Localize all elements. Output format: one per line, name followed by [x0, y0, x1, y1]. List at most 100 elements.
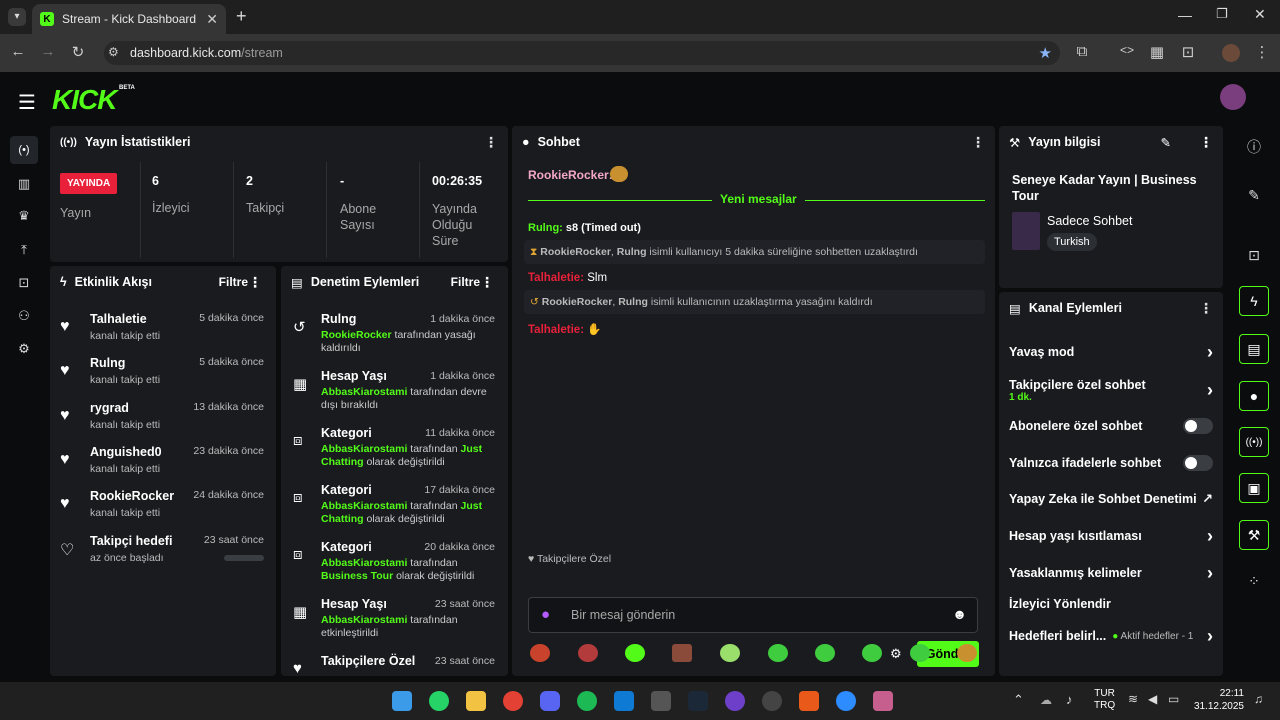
activity-menu-icon[interactable]: ⋮ — [248, 274, 262, 291]
stats-menu-icon[interactable]: ⋮ — [484, 134, 498, 151]
broadcast-icon[interactable]: ((•)) — [1239, 427, 1269, 457]
slow-mode-action[interactable]: Yavaş mod › — [999, 337, 1223, 367]
account-age-action[interactable]: Hesap yaşı kısıtlaması › — [999, 521, 1223, 551]
emotes-only-toggle[interactable] — [1183, 455, 1213, 471]
tab-search-icon[interactable]: ▾ — [8, 8, 26, 26]
activity-filter-button[interactable]: Filtre — [219, 275, 248, 289]
notification-bell-icon[interactable]: ♫ — [1254, 692, 1263, 706]
whatsapp-icon[interactable] — [429, 691, 449, 711]
emote-icon[interactable] — [862, 644, 882, 662]
mod-log-icon[interactable]: ▤ — [1239, 334, 1269, 364]
chat-input[interactable]: ● Bir mesaj gönderin ☻ — [528, 597, 978, 633]
vscode-icon[interactable] — [614, 691, 634, 711]
chat-settings-icon[interactable]: ⚙ — [890, 646, 902, 662]
emote-icon[interactable] — [530, 644, 550, 662]
clock[interactable]: 22:11 31.12.2025 — [1192, 687, 1244, 713]
zoom-icon[interactable] — [836, 691, 856, 711]
followers-only-action[interactable]: Takipçilere özel sohbet 1 dk. › — [999, 374, 1223, 406]
start-icon[interactable] — [392, 691, 412, 711]
quick-actions-icon[interactable]: ϟ — [1239, 286, 1269, 316]
chat-username[interactable]: Talhaletie: — [528, 272, 584, 284]
analytics-nav-icon[interactable]: ▥ — [14, 176, 34, 196]
bookmark-star-icon[interactable]: ★ — [1039, 44, 1052, 62]
minimize-icon[interactable]: — — [1178, 7, 1192, 23]
banned-words-action[interactable]: Yasaklanmış kelimeler › — [999, 558, 1223, 588]
chat-username[interactable]: Talhaletie: — [528, 324, 584, 336]
subscribers-only-toggle[interactable] — [1183, 418, 1213, 434]
edit-pencil-icon[interactable]: ✎ — [1161, 135, 1171, 150]
profile-avatar[interactable] — [1222, 44, 1240, 62]
community-nav-icon[interactable]: ⚇ — [14, 308, 34, 328]
app-icon[interactable] — [873, 691, 893, 711]
apps-icon[interactable]: ⁘ — [1239, 566, 1269, 596]
trophy-nav-icon[interactable]: ♛ — [14, 208, 34, 228]
emote-icon[interactable] — [768, 644, 788, 662]
file-explorer-icon[interactable] — [466, 691, 486, 711]
back-icon[interactable]: ← — [8, 43, 28, 60]
browser-tab[interactable]: K Stream - Kick Dashboard ✕ — [32, 4, 226, 34]
github-icon[interactable] — [725, 691, 745, 711]
language-indicator[interactable]: TUR TRQ — [1094, 688, 1115, 712]
forward-icon[interactable]: → — [38, 43, 58, 60]
kick-logo[interactable]: KICK — [52, 84, 117, 116]
edit-icon[interactable]: ✎ — [1239, 180, 1269, 210]
chat-menu-icon[interactable]: ⋮ — [971, 134, 985, 151]
emote-icon[interactable] — [910, 644, 930, 662]
devtools-icon[interactable]: <> — [1117, 43, 1137, 57]
volume-icon[interactable]: ◀ — [1148, 692, 1157, 706]
battery-icon[interactable]: ▭ — [1168, 692, 1179, 706]
emote-icon[interactable] — [578, 644, 598, 662]
microphone-app-icon[interactable] — [799, 691, 819, 711]
tab-close-icon[interactable]: ✕ — [206, 11, 218, 28]
window-close-icon[interactable]: ✕ — [1254, 6, 1266, 23]
settings-nav-icon[interactable]: ⚙ — [14, 341, 34, 361]
steam-icon[interactable] — [688, 691, 708, 711]
user-avatar[interactable] — [1220, 84, 1246, 110]
spotify-icon[interactable] — [577, 691, 597, 711]
info-circle-icon[interactable]: ⓘ — [1239, 132, 1269, 162]
hamburger-menu-icon[interactable]: ☰ — [18, 90, 36, 115]
sidebar-icon[interactable]: ▦ — [1147, 43, 1167, 61]
screenshot-icon[interactable]: ⊡ — [1178, 43, 1198, 61]
discord-icon[interactable] — [540, 691, 560, 711]
restore-icon[interactable]: ❐ — [1216, 6, 1228, 22]
extensions-icon[interactable]: ⧉ — [1072, 43, 1092, 60]
emote-icon[interactable] — [720, 644, 740, 662]
mic-tray-icon[interactable]: ♪ — [1066, 692, 1073, 707]
emote-icon[interactable] — [625, 644, 645, 662]
wifi-icon[interactable]: ≋ — [1128, 692, 1138, 706]
new-tab-icon[interactable]: + — [236, 6, 247, 27]
unity-icon[interactable] — [651, 691, 671, 711]
chat-username[interactable]: RookieRocker: — [528, 168, 613, 182]
stream-nav-icon[interactable]: (•) — [10, 136, 38, 164]
chat-icon[interactable]: ● — [1239, 381, 1269, 411]
emote-icon[interactable] — [957, 644, 977, 662]
info-menu-icon[interactable]: ⋮ — [1199, 134, 1213, 151]
emote-icon[interactable] — [815, 644, 835, 662]
chat-username[interactable]: Rulng: — [528, 222, 563, 234]
ai-moderation-action[interactable]: Yapay Zeka ile Sohbet Denetimi ↗ — [999, 484, 1223, 514]
raid-action[interactable]: İzleyici Yönlendir — [999, 589, 1223, 619]
obs-icon[interactable] — [762, 691, 782, 711]
reload-icon[interactable]: ↻ — [68, 43, 88, 61]
wrench-icon[interactable]: ⚒ — [1239, 520, 1269, 550]
heart-icon: ♥ — [60, 318, 70, 335]
tray-chevron-icon[interactable]: ⌃ — [1013, 692, 1024, 708]
menu-icon[interactable]: ⋮ — [1252, 43, 1272, 61]
channel-menu-icon[interactable]: ⋮ — [1199, 300, 1213, 317]
heart-icon: ♥ — [60, 407, 70, 424]
moderation-menu-icon[interactable]: ⋮ — [480, 274, 494, 291]
microphone-icon[interactable]: ● — [541, 606, 550, 623]
clip-nav-icon[interactable]: ⊡ — [14, 275, 34, 295]
site-info-icon[interactable]: ⚙ — [108, 45, 119, 59]
emote-icon[interactable] — [672, 644, 692, 662]
video-icon[interactable]: ▣ — [1239, 473, 1269, 503]
chrome-icon[interactable] — [503, 691, 523, 711]
goals-action[interactable]: Hedefleri belirl... ● Aktif hedefler - 1 › — [999, 621, 1223, 651]
clip-icon[interactable]: ⊡ — [1239, 240, 1269, 270]
upload-nav-icon[interactable]: ⤒ — [14, 242, 34, 262]
emoji-picker-icon[interactable]: ☻ — [952, 606, 967, 622]
address-bar[interactable]: ⚙ dashboard.kick.com/stream ★ — [104, 41, 1060, 65]
category-name[interactable]: Sadece Sohbet — [1047, 214, 1133, 228]
moderation-filter-button[interactable]: Filtre — [451, 275, 480, 289]
